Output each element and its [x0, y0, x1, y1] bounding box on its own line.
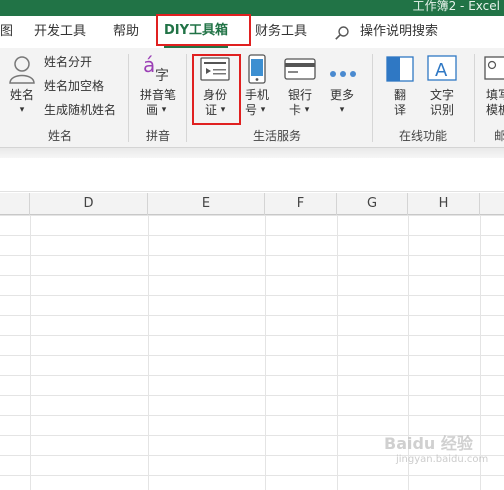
group-label-pinyin: 拼音 [145, 129, 170, 143]
grid-line [480, 215, 481, 490]
bank-card-button-label[interactable]: 银行 [284, 88, 316, 103]
column-header-g[interactable]: G [337, 193, 408, 215]
watermark-logo: Baidu 经验 [384, 434, 473, 453]
chevron-down-icon[interactable]: ▾ [337, 103, 347, 118]
group-separator [372, 54, 373, 142]
text-recognition-icon[interactable]: A [426, 54, 458, 86]
random-name-button[interactable]: 生成随机姓名 [44, 100, 116, 120]
ribbon-tabs: 图 开发工具 帮助 DIY工具箱 财务工具 操作说明搜索 [0, 16, 504, 48]
group-label-online: 在线功能 [398, 129, 447, 143]
svg-text:A: A [435, 60, 448, 81]
id-card-button-label-2[interactable]: 证 [203, 103, 219, 118]
id-card-icon[interactable] [200, 56, 230, 86]
tab-partial[interactable]: 图 [0, 16, 13, 48]
grid-line [337, 215, 338, 490]
grid-line [265, 215, 266, 490]
group-label-partial: 邮 [494, 129, 504, 143]
column-header-e[interactable]: E [148, 193, 265, 215]
person-icon[interactable] [8, 54, 36, 88]
column-header-partial[interactable] [0, 193, 30, 215]
title-bar: 工作簿2 - Excel [0, 0, 504, 16]
fill-template-icon[interactable] [484, 56, 504, 86]
watermark-url: jingyan.baidu.com [396, 454, 489, 465]
phone-button-label-2[interactable]: 号 [244, 103, 258, 118]
grid-line [30, 215, 31, 490]
ocr-button-label-2[interactable]: 识别 [424, 103, 460, 118]
pinyin-button-label[interactable]: 拼音笔 [136, 88, 180, 103]
chevron-down-icon[interactable]: ▾ [159, 103, 169, 118]
tell-me-search[interactable]: 操作说明搜索 [360, 16, 438, 48]
more-button-label[interactable]: 更多 [326, 88, 358, 103]
translate-button-label-2[interactable]: 译 [390, 103, 410, 118]
name-button-label[interactable]: 姓名 [8, 88, 36, 103]
ribbon: 姓名 ▾ 姓名分开 姓名加空格 生成随机姓名 姓名 á字 拼音笔 画 ▾ 拼音 … [0, 48, 504, 148]
id-card-button-label[interactable]: 身份 [198, 88, 232, 103]
svg-text:á: á [143, 54, 155, 77]
phone-button-label[interactable]: 手机 [242, 88, 272, 103]
group-separator [474, 54, 475, 142]
grid-line [148, 215, 149, 490]
template-button-label-2[interactable]: 模板 [486, 103, 504, 118]
group-label-name: 姓名 [47, 129, 72, 143]
chevron-down-icon[interactable]: ▾ [218, 103, 228, 118]
svg-text:字: 字 [155, 68, 169, 84]
chevron-down-icon[interactable]: ▾ [8, 103, 36, 118]
group-separator [186, 54, 187, 142]
bank-card-button-label-2[interactable]: 卡 [288, 103, 302, 118]
window-title: 工作簿2 - Excel [412, 0, 500, 13]
name-add-space-button[interactable]: 姓名加空格 [44, 76, 104, 96]
mobile-phone-icon[interactable] [247, 54, 267, 88]
split-name-button[interactable]: 姓名分开 [44, 52, 92, 72]
translate-button-label[interactable]: 翻 [390, 88, 410, 103]
formula-bar[interactable] [0, 158, 504, 192]
more-dots-icon[interactable] [328, 64, 358, 83]
group-label-life-service: 生活服务 [252, 129, 301, 143]
search-icon[interactable] [334, 25, 350, 45]
column-header-h[interactable]: H [408, 193, 480, 215]
tab-diy-toolbox[interactable]: DIY工具箱 [164, 18, 229, 48]
translate-icon[interactable] [386, 56, 414, 86]
group-separator [128, 54, 129, 142]
column-header-row: D E F G H [0, 193, 504, 215]
column-header-d[interactable]: D [30, 193, 148, 215]
chevron-down-icon[interactable]: ▾ [258, 103, 268, 118]
tab-developer[interactable]: 开发工具 [34, 16, 86, 48]
chevron-down-icon[interactable]: ▾ [302, 103, 312, 118]
bank-card-icon[interactable] [284, 58, 316, 84]
column-header-f[interactable]: F [265, 193, 337, 215]
pinyin-icon[interactable]: á字 [142, 53, 172, 88]
template-button-label[interactable]: 填写 [486, 88, 504, 103]
ribbon-shadow [0, 148, 504, 158]
tab-finance-tools[interactable]: 财务工具 [255, 16, 307, 48]
tab-help[interactable]: 帮助 [113, 16, 139, 48]
ocr-button-label[interactable]: 文字 [424, 88, 460, 103]
